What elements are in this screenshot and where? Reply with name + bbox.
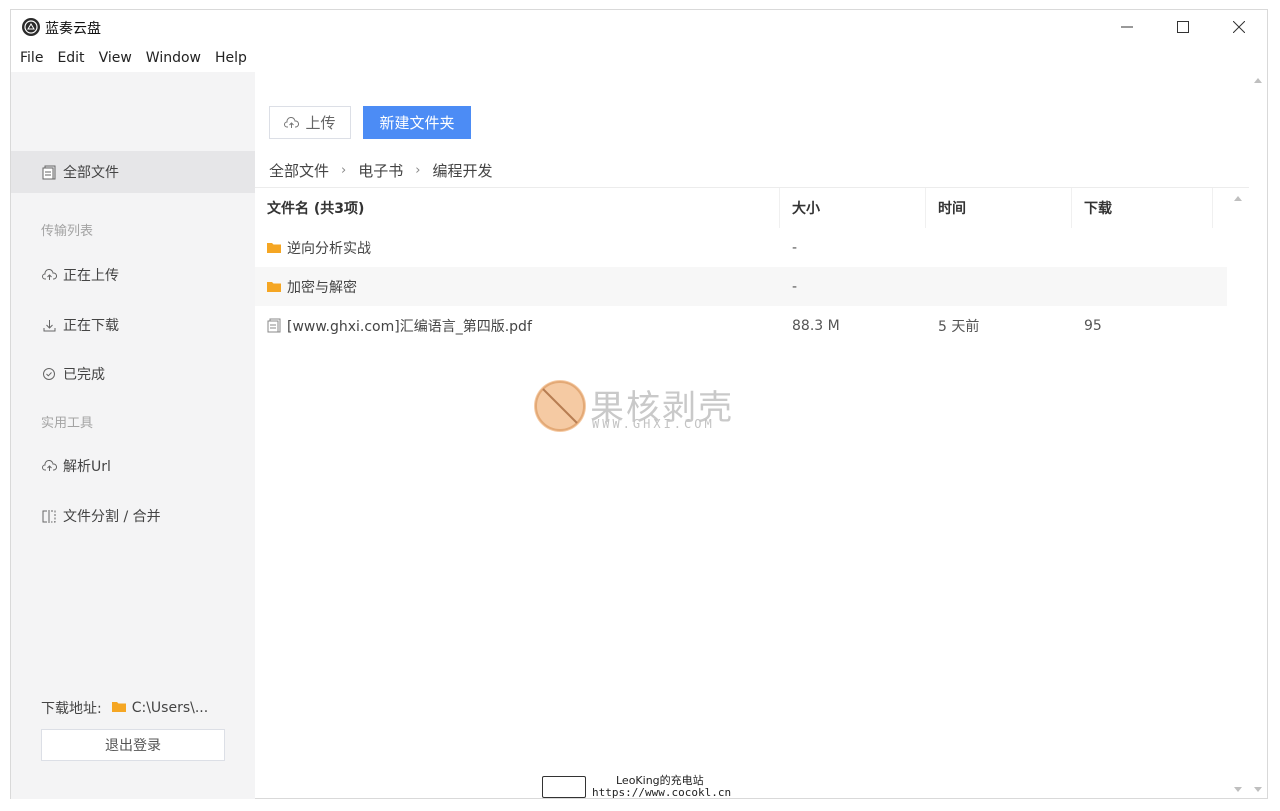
watermark-credit-logo: [542, 776, 586, 798]
close-button[interactable]: [1211, 10, 1267, 44]
watermark-url: WWW.GHXI.COM: [592, 417, 715, 431]
sidebar-item-label: 解析Url: [63, 459, 111, 475]
sidebar-item-completed[interactable]: 已完成: [11, 353, 255, 395]
menu-file[interactable]: File: [20, 50, 43, 66]
table-row[interactable]: 加密与解密 -: [255, 267, 1227, 306]
table-header: 文件名 (共3项) 大小 时间 下载: [255, 188, 1227, 228]
column-header-name[interactable]: 文件名 (共3项): [255, 188, 780, 228]
main-content: 上传 新建文件夹 全部文件 › 电子书 › 编程开发 文件名 (共3项) 大小 …: [255, 72, 1267, 799]
file-name-cell: 加密与解密: [267, 267, 357, 306]
breadcrumb-item-ebooks[interactable]: 电子书: [358, 160, 403, 181]
section-transfer-list: 传输列表: [41, 224, 94, 239]
file-size: 88.3 M: [792, 317, 840, 334]
new-folder-button[interactable]: 新建文件夹: [363, 106, 471, 139]
column-header-time[interactable]: 时间: [926, 188, 1072, 228]
sidebar-item-label: 已完成: [63, 367, 105, 383]
app-logo-icon: [22, 18, 40, 36]
sidebar: 全部文件 传输列表 正在上传 正在下载 已完成 实用工具 解析Url 文件分割 …: [11, 72, 255, 799]
folder-icon: [267, 281, 281, 292]
scroll-up-icon[interactable]: [1254, 78, 1262, 83]
split-icon: [41, 508, 57, 524]
check-circle-icon: [41, 366, 57, 382]
title-bar: 蓝奏云盘: [11, 10, 1267, 44]
sidebar-item-label: 正在上传: [63, 268, 119, 284]
menu-help[interactable]: Help: [215, 50, 247, 66]
chevron-right-icon: ›: [415, 163, 421, 178]
sidebar-item-parse-url[interactable]: 解析Url: [11, 445, 255, 487]
window-title: 蓝奏云盘: [45, 21, 101, 37]
file-name: 逆向分析实战: [287, 240, 371, 257]
cloud-link-icon: [41, 458, 57, 474]
download-icon: [41, 317, 57, 333]
file-size: -: [792, 239, 798, 256]
file-size: -: [792, 278, 798, 295]
watermark-credit-line2: https://www.cocokl.cn: [592, 786, 732, 799]
file-list-icon: [41, 164, 57, 180]
download-path-label: 下载地址:: [41, 701, 102, 717]
maximize-button[interactable]: [1155, 10, 1211, 44]
cloud-upload-icon: [284, 116, 300, 129]
minimize-button[interactable]: [1099, 10, 1155, 44]
main-scrollbar[interactable]: [1249, 72, 1267, 799]
table-row[interactable]: 逆向分析实战 -: [255, 228, 1227, 267]
scroll-down-icon[interactable]: [1254, 787, 1262, 792]
column-header-downloads[interactable]: 下载: [1072, 188, 1213, 228]
download-path: 下载地址: C:\Users\...: [41, 698, 208, 718]
upload-button-label: 上传: [305, 114, 336, 132]
column-header-size[interactable]: 大小: [780, 188, 926, 228]
upload-button[interactable]: 上传: [269, 106, 351, 139]
sidebar-item-all-files[interactable]: 全部文件: [11, 151, 255, 193]
minimize-icon: [1121, 26, 1133, 28]
scroll-up-icon[interactable]: [1234, 196, 1242, 201]
sidebar-item-split-merge[interactable]: 文件分割 / 合并: [11, 495, 255, 537]
breadcrumb: 全部文件 › 电子书 › 编程开发: [269, 160, 492, 181]
sidebar-item-label: 正在下载: [63, 318, 119, 334]
close-icon: [1233, 21, 1245, 33]
cloud-upload-icon: [41, 267, 57, 283]
menu-edit[interactable]: Edit: [57, 50, 84, 66]
sidebar-item-uploading[interactable]: 正在上传: [11, 254, 255, 296]
download-path-value[interactable]: C:\Users\...: [132, 700, 208, 716]
folder-icon: [267, 242, 281, 253]
menu-view[interactable]: View: [99, 50, 132, 66]
file-time: 5 天前: [938, 318, 980, 335]
table-scrollbar[interactable]: [1229, 190, 1247, 799]
sidebar-item-label: 全部文件: [63, 165, 119, 181]
file-name: [www.ghxi.com]汇编语言_第四版.pdf: [287, 318, 532, 335]
document-icon: [267, 318, 281, 333]
breadcrumb-item-all-files[interactable]: 全部文件: [269, 160, 329, 181]
menu-bar: File Edit View Window Help: [11, 44, 261, 72]
scroll-down-icon[interactable]: [1234, 787, 1242, 792]
watermark-logo-icon: [534, 380, 586, 432]
file-name-cell: [www.ghxi.com]汇编语言_第四版.pdf: [267, 306, 532, 345]
chevron-right-icon: ›: [341, 163, 347, 178]
section-tools: 实用工具: [41, 416, 94, 431]
maximize-icon: [1177, 21, 1189, 33]
sidebar-item-label: 文件分割 / 合并: [63, 509, 161, 525]
menu-window[interactable]: Window: [146, 50, 201, 66]
breadcrumb-item-programming[interactable]: 编程开发: [432, 160, 492, 181]
table-row[interactable]: [www.ghxi.com]汇编语言_第四版.pdf 88.3 M 5 天前 9…: [255, 306, 1227, 345]
sidebar-item-downloading[interactable]: 正在下载: [11, 304, 255, 346]
file-name: 加密与解密: [287, 279, 357, 296]
file-downloads: 95: [1084, 317, 1102, 334]
folder-icon: [111, 700, 126, 716]
logout-button[interactable]: 退出登录: [41, 729, 225, 761]
file-name-cell: 逆向分析实战: [267, 228, 371, 267]
